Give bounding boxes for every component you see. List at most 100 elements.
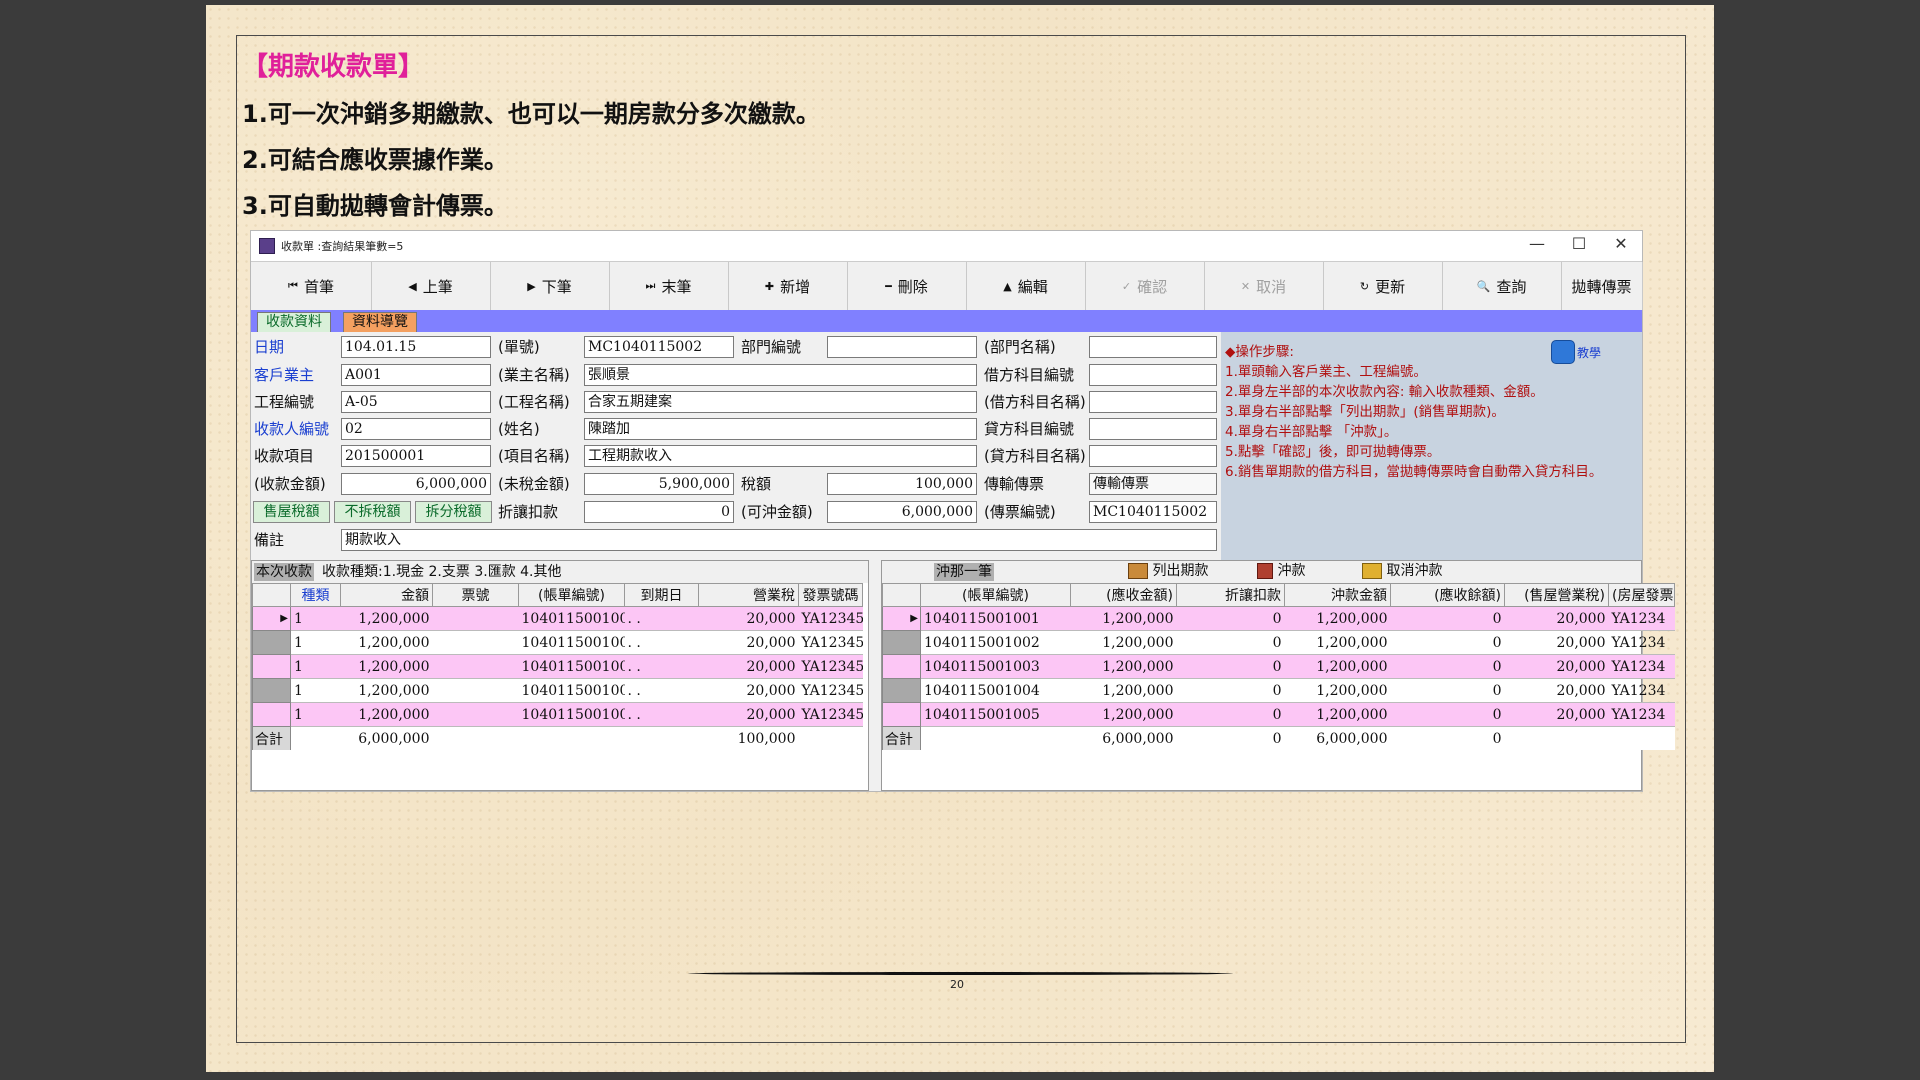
table-cell[interactable]: YA12345 bbox=[798, 702, 863, 727]
table-cell[interactable]: 1,200,000 bbox=[1070, 654, 1177, 679]
table-cell[interactable]: 1,200,000 bbox=[1284, 654, 1391, 679]
table-cell[interactable]: 20,000 bbox=[698, 630, 799, 655]
column-header[interactable]: (應收金額) bbox=[1070, 583, 1177, 607]
dept-name-field[interactable] bbox=[1089, 336, 1217, 358]
table-cell[interactable]: 1040115001005 bbox=[920, 702, 1071, 727]
table-cell[interactable]: YA12345 bbox=[798, 678, 863, 703]
row-indicator[interactable] bbox=[882, 702, 921, 727]
table-cell[interactable]: 1 bbox=[290, 630, 341, 655]
table-row[interactable]: 11,200,000 1040115001002 . .20,000YA12345 bbox=[252, 630, 863, 655]
last-button[interactable]: ⏭ 末筆 bbox=[609, 262, 729, 310]
pretax-field[interactable]: 5,900,000 bbox=[584, 473, 734, 495]
credit-no-field[interactable] bbox=[1089, 418, 1217, 440]
column-header[interactable]: (應收餘額) bbox=[1390, 583, 1505, 607]
project-name-field[interactable]: 合家五期建案 bbox=[584, 391, 977, 413]
table-cell[interactable]: 20,000 bbox=[1504, 630, 1609, 655]
post-voucher-button[interactable]: 拋轉傳票 bbox=[1561, 262, 1643, 310]
debit-name-field[interactable] bbox=[1089, 391, 1217, 413]
no-split-tax-button[interactable]: 不拆稅額 bbox=[334, 501, 411, 523]
table-cell[interactable]: . . bbox=[624, 654, 699, 679]
column-header[interactable]: 到期日 bbox=[624, 583, 699, 607]
table-cell[interactable]: 1,200,000 bbox=[1070, 630, 1177, 655]
row-indicator[interactable] bbox=[252, 654, 291, 679]
table-row[interactable]: 11,200,000 1040115001003 . .20,000YA12345 bbox=[252, 654, 863, 679]
table-cell[interactable]: 20,000 bbox=[698, 606, 799, 631]
table-cell[interactable]: YA1234 bbox=[1608, 654, 1675, 679]
table-cell[interactable]: 1 bbox=[290, 654, 341, 679]
table-cell[interactable]: 0 bbox=[1390, 702, 1505, 727]
table-cell[interactable]: 20,000 bbox=[698, 678, 799, 703]
teach-link[interactable]: 教學 bbox=[1577, 344, 1601, 361]
table-cell[interactable]: 0 bbox=[1176, 678, 1285, 703]
table-row[interactable]: 1040115001003 1,200,000 0 1,200,000 0 20,000 Y… bbox=[882, 654, 1675, 679]
credit-name-field[interactable] bbox=[1089, 445, 1217, 467]
column-header[interactable]: 發票號碼 bbox=[798, 583, 863, 607]
voucher-no-field[interactable]: MC1040115002 bbox=[1089, 501, 1217, 523]
close-icon[interactable]: ✕ bbox=[1609, 234, 1633, 253]
owner-name-field[interactable]: 張順景 bbox=[584, 364, 977, 386]
row-indicator[interactable] bbox=[882, 678, 921, 703]
table-cell[interactable]: 0 bbox=[1176, 654, 1285, 679]
table-cell[interactable]: 1 bbox=[290, 678, 341, 703]
table-cell[interactable]: 1,200,000 bbox=[340, 654, 433, 679]
confirm-button[interactable]: ✓ 確認 bbox=[1085, 262, 1205, 310]
table-cell[interactable]: 1040115001004 bbox=[920, 678, 1071, 703]
maximize-icon[interactable]: ☐ bbox=[1567, 234, 1591, 253]
table-cell[interactable] bbox=[432, 606, 519, 631]
row-indicator[interactable]: ▶ bbox=[252, 606, 291, 631]
tax-field[interactable]: 100,000 bbox=[827, 473, 977, 495]
table-cell[interactable]: 1,200,000 bbox=[340, 678, 433, 703]
table-cell[interactable] bbox=[432, 654, 519, 679]
table-row[interactable]: ▶11,200,000 1040115001001 . .20,000YA1234… bbox=[252, 606, 863, 631]
table-row[interactable]: 1040115001004 1,200,000 0 1,200,000 0 20,000 Y… bbox=[882, 678, 1675, 703]
table-cell[interactable] bbox=[432, 678, 519, 703]
minimize-icon[interactable]: — bbox=[1525, 234, 1549, 253]
table-cell[interactable]: YA1234 bbox=[1608, 606, 1675, 631]
table-cell[interactable]: YA1234 bbox=[1608, 702, 1675, 727]
prev-button[interactable]: ◀ 上筆 bbox=[371, 262, 491, 310]
project-no-field[interactable]: A-05 bbox=[341, 391, 491, 413]
add-button[interactable]: ✚ 新增 bbox=[728, 262, 848, 310]
column-header[interactable]: 金額 bbox=[340, 583, 433, 607]
column-header[interactable]: 種類 bbox=[290, 583, 341, 607]
table-cell[interactable]: 1040115001001 bbox=[920, 606, 1071, 631]
payee-field[interactable]: 02 bbox=[341, 418, 491, 440]
table-cell[interactable]: 1,200,000 bbox=[340, 702, 433, 727]
column-header[interactable]: (房屋發票) bbox=[1608, 583, 1675, 607]
table-cell[interactable]: 20,000 bbox=[698, 702, 799, 727]
table-row[interactable]: 1040115001002 1,200,000 0 1,200,000 0 20,000 Y… bbox=[882, 630, 1675, 655]
table-cell[interactable]: 20,000 bbox=[1504, 678, 1609, 703]
table-row[interactable]: ▶ 1040115001001 1,200,000 0 1,200,000 0 20,000… bbox=[882, 606, 1675, 631]
list-installments-button[interactable]: 列出期款 bbox=[1128, 562, 1208, 580]
row-indicator[interactable] bbox=[882, 630, 921, 655]
table-cell[interactable]: 0 bbox=[1176, 606, 1285, 631]
table-cell[interactable]: 1040115001002 bbox=[518, 630, 625, 655]
table-cell[interactable]: 0 bbox=[1176, 630, 1285, 655]
tab-receipt-data[interactable]: 收款資料 bbox=[257, 312, 331, 333]
query-button[interactable]: 🔍 查詢 bbox=[1442, 262, 1562, 310]
table-row[interactable]: 11,200,000 1040115001005 . .20,000YA12345 bbox=[252, 702, 863, 727]
house-tax-button[interactable]: 售屋稅額 bbox=[253, 501, 330, 523]
table-cell[interactable]: . . bbox=[624, 630, 699, 655]
table-cell[interactable]: 1,200,000 bbox=[340, 630, 433, 655]
table-cell[interactable]: 0 bbox=[1390, 606, 1505, 631]
table-cell[interactable]: 1 bbox=[290, 702, 341, 727]
table-cell[interactable]: . . bbox=[624, 606, 699, 631]
discount-field[interactable]: 0 bbox=[584, 501, 734, 523]
table-cell[interactable]: 1 bbox=[290, 606, 341, 631]
table-cell[interactable]: 1,200,000 bbox=[1070, 678, 1177, 703]
item-field[interactable]: 201500001 bbox=[341, 445, 491, 467]
table-cell[interactable]: 1040115001004 bbox=[518, 678, 625, 703]
table-cell[interactable]: 1,200,000 bbox=[1070, 702, 1177, 727]
table-cell[interactable]: YA1234 bbox=[1608, 678, 1675, 703]
cancel-button[interactable]: ✕ 取消 bbox=[1204, 262, 1324, 310]
offset-field[interactable]: 6,000,000 bbox=[827, 501, 977, 523]
table-cell[interactable]: 0 bbox=[1390, 654, 1505, 679]
table-cell[interactable]: YA12345 bbox=[798, 606, 863, 631]
table-cell[interactable]: 1040115001003 bbox=[518, 654, 625, 679]
table-cell[interactable]: 20,000 bbox=[698, 654, 799, 679]
table-cell[interactable]: 0 bbox=[1390, 678, 1505, 703]
table-cell[interactable]: 0 bbox=[1390, 630, 1505, 655]
table-cell[interactable]: 20,000 bbox=[1504, 702, 1609, 727]
table-cell[interactable]: 1,200,000 bbox=[340, 606, 433, 631]
